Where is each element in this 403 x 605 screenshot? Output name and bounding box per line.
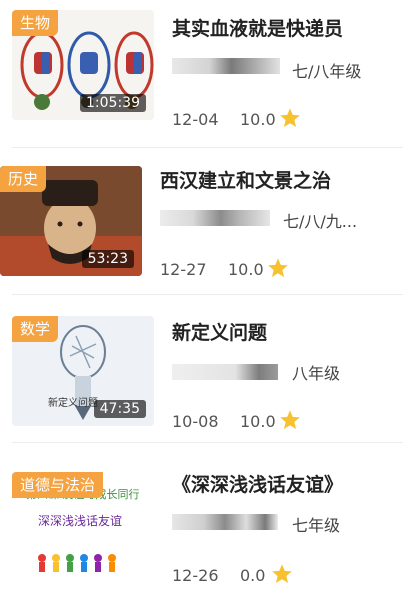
star-icon: [272, 564, 292, 583]
course-title[interactable]: 《深深浅浅话友谊》: [172, 470, 343, 497]
star-icon: [268, 258, 288, 277]
video-duration: 1:05:39: [80, 94, 146, 112]
grade-label: 七/八年级: [292, 62, 362, 81]
publish-date: 12-26: [172, 566, 219, 585]
publish-date: 10-08: [172, 412, 219, 431]
rating-score: 10.0: [240, 110, 276, 129]
course-thumbnail[interactable]: 数学 新定义问题 47:35: [12, 316, 154, 426]
course-title[interactable]: 其实血液就是快递员: [172, 14, 343, 41]
thumbnail-caption: 深深浅浅话友谊: [38, 514, 123, 528]
course-title[interactable]: 西汉建立和文景之治: [160, 166, 331, 193]
course-thumbnail[interactable]: 第四课 友谊与成长同行 深深浅浅话友谊 道德与法治: [12, 472, 154, 582]
divider: [12, 442, 403, 443]
teacher-name-blurred: [172, 364, 278, 380]
course-thumbnail[interactable]: 历史 53:23: [0, 166, 142, 276]
grade-label: 八年级: [292, 364, 341, 383]
star-icon: [280, 410, 300, 429]
teacher-name-blurred: [172, 514, 278, 530]
course-list: 生物 1:05:39 其实血液就是快递员 七/八年级 12-04 10.0 历史…: [0, 0, 403, 605]
subject-badge: 道德与法治: [12, 472, 104, 498]
course-card-2[interactable]: 历史 53:23 西汉建立和文景之治 七/八/九... 12-27 10.0: [0, 148, 403, 296]
course-title[interactable]: 新定义问题: [172, 318, 267, 345]
course-card-3[interactable]: 数学 新定义问题 47:35 新定义问题 八年级 10-08 10.0: [0, 296, 403, 444]
grade-label: 七/八/九...: [283, 212, 358, 231]
teacher-name-blurred: [172, 58, 280, 74]
divider: [12, 294, 403, 295]
teacher-name-blurred: [160, 210, 270, 226]
star-icon: [280, 108, 300, 127]
thumbnail-caption: 新定义问题: [48, 398, 98, 409]
video-duration: 53:23: [81, 250, 134, 268]
rating-score: 10.0: [240, 412, 276, 431]
rating-score: 10.0: [228, 260, 264, 279]
course-card-1[interactable]: 生物 1:05:39 其实血液就是快递员 七/八年级 12-04 10.0: [0, 0, 403, 148]
rating-score: 0.0: [240, 566, 266, 585]
subject-badge: 历史: [0, 166, 47, 192]
subject-badge: 数学: [12, 316, 59, 342]
video-duration: 47:35: [93, 400, 146, 418]
publish-date: 12-27: [160, 260, 207, 279]
subject-badge: 生物: [12, 10, 59, 36]
grade-label: 七年级: [292, 516, 341, 535]
course-thumbnail[interactable]: 生物 1:05:39: [12, 10, 154, 120]
publish-date: 12-04: [172, 110, 219, 129]
course-card-4[interactable]: 第四课 友谊与成长同行 深深浅浅话友谊 道德与法治 《深深浅浅话友谊》 七年级 …: [0, 444, 403, 605]
